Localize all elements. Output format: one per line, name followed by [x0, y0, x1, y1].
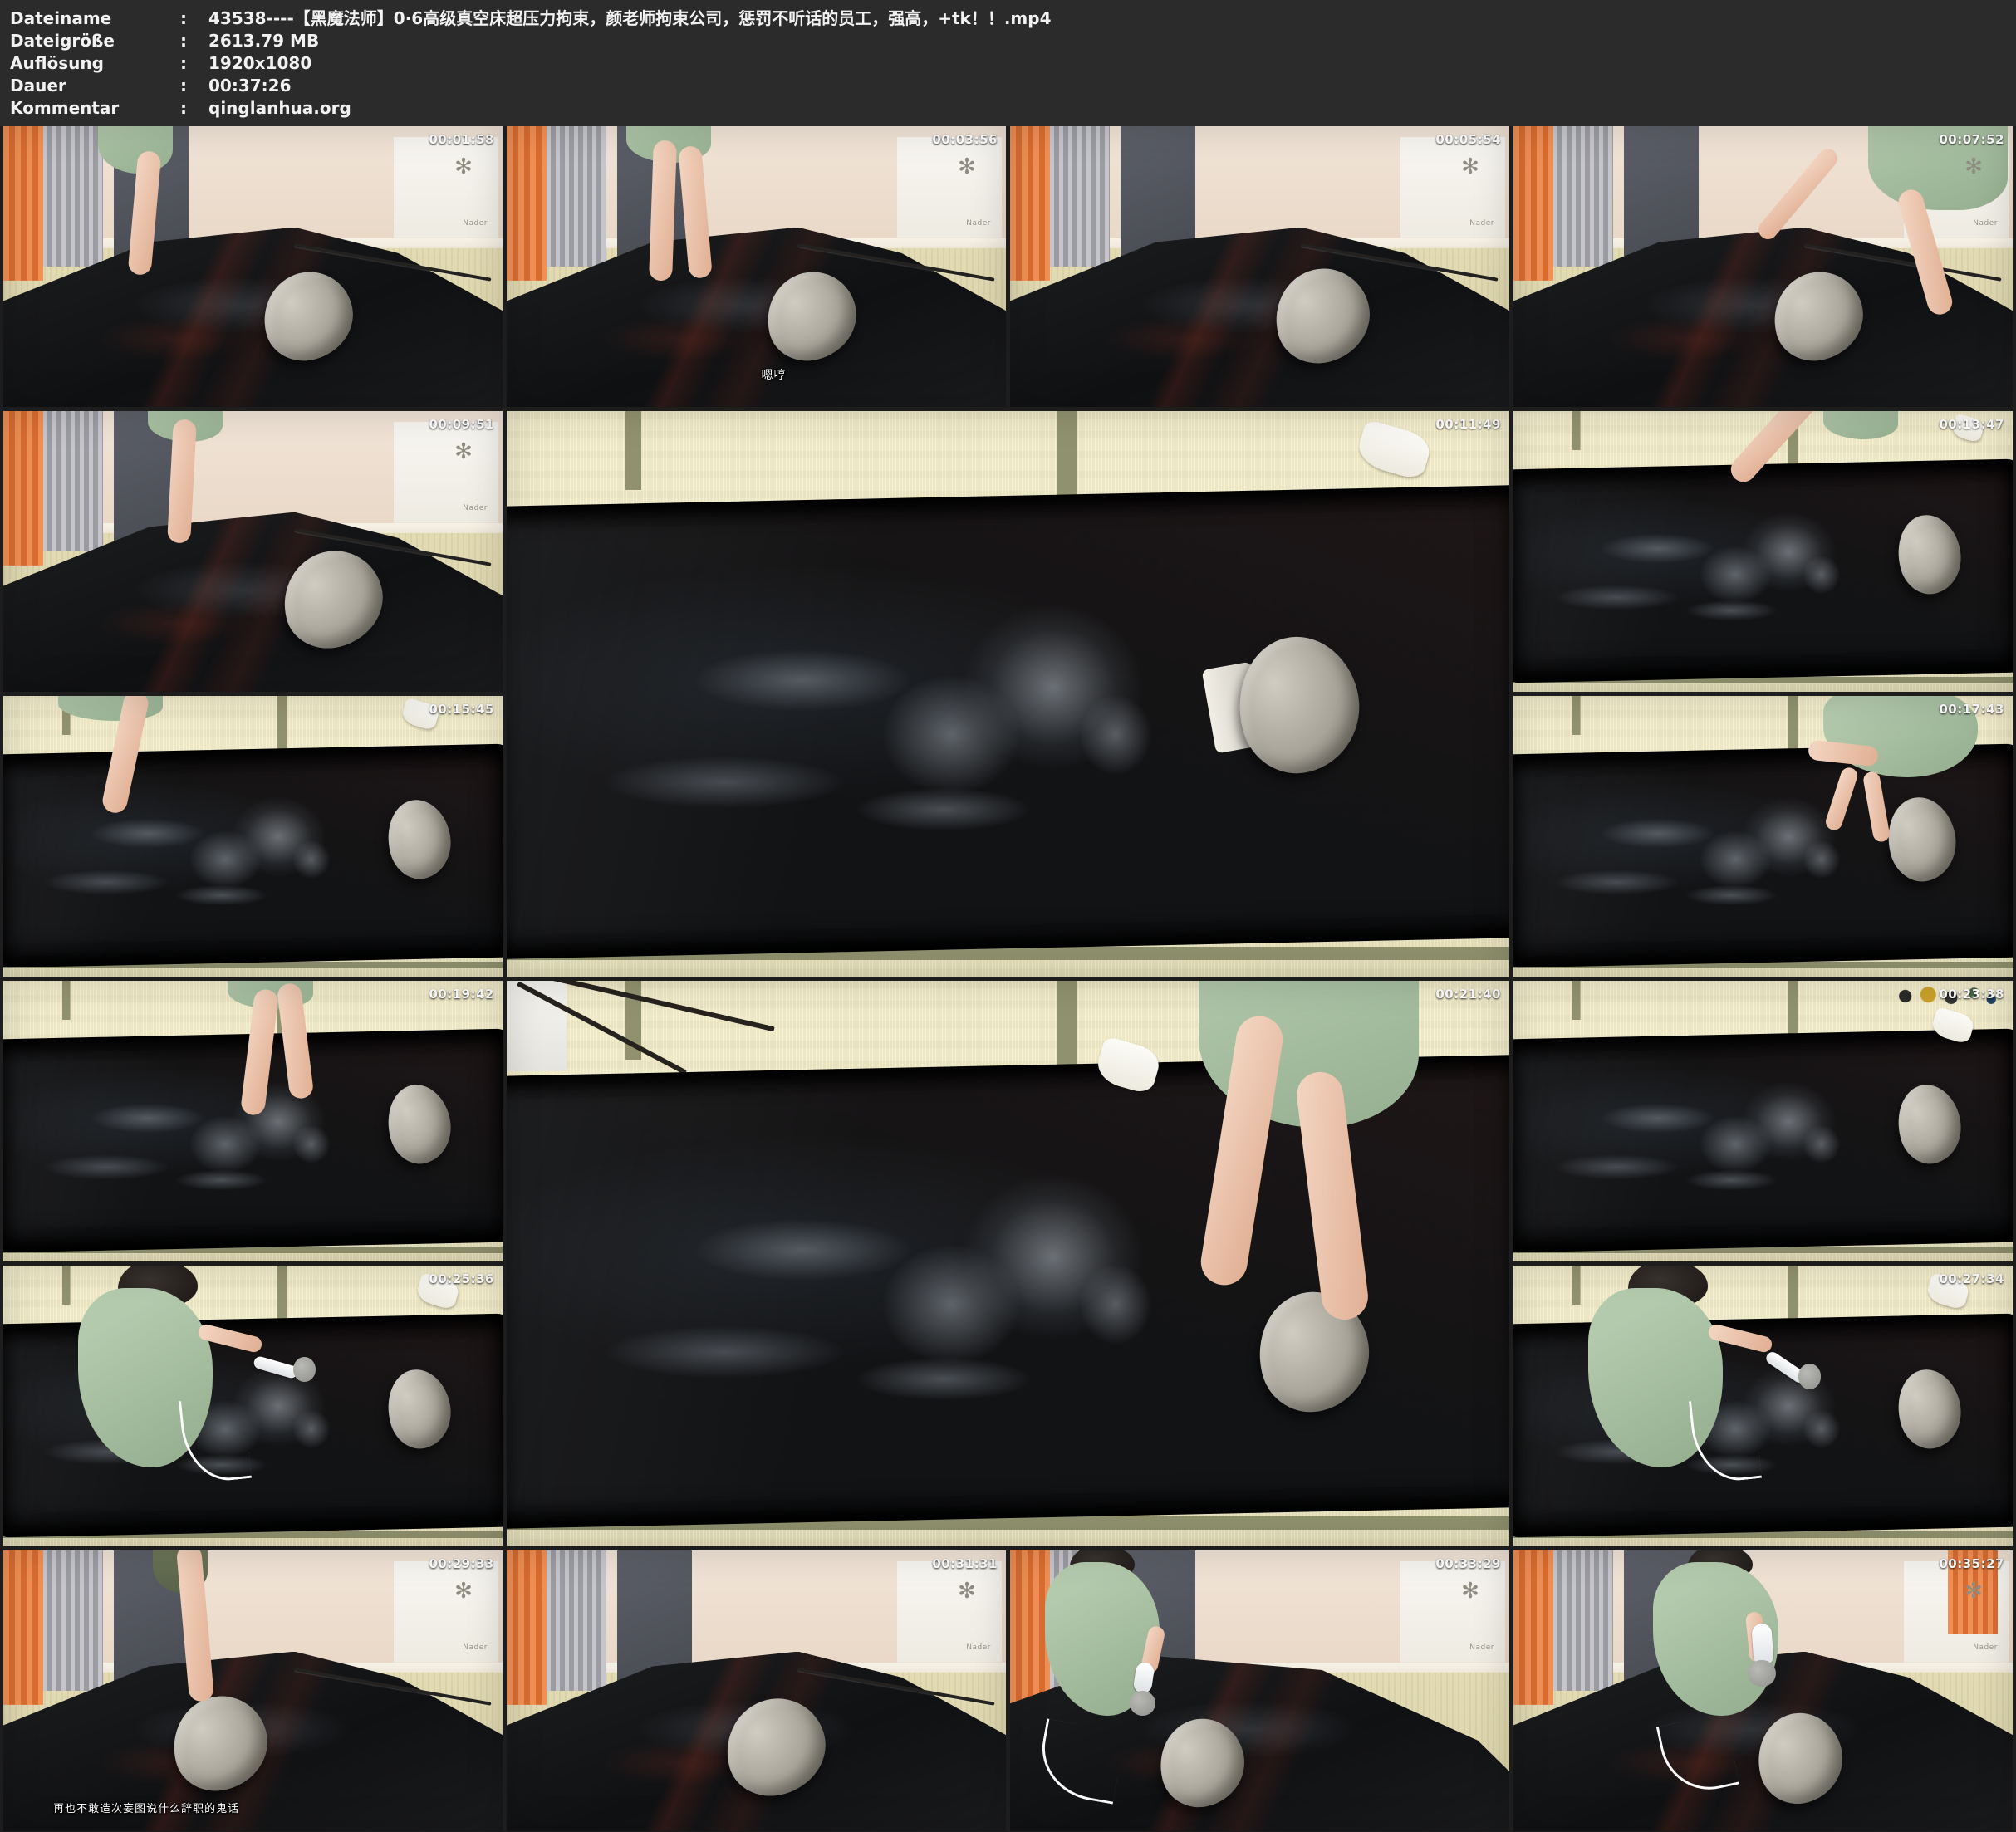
timestamp-overlay: 00:25:36 [429, 1271, 494, 1286]
meta-label: Auflösung [10, 52, 180, 75]
body-outline-shape [1518, 1060, 1928, 1222]
meta-label: Dateigröße [10, 30, 180, 52]
meta-value-filesize: 2613.79 MB [208, 30, 319, 52]
radiator-brand-label: Nader [1973, 219, 1998, 228]
timestamp-overlay: 00:21:40 [1435, 987, 1501, 1002]
metadata-header: Dateiname:43538----【黑魔法师】0·6高级真空床超压力拘束，颜… [0, 0, 2016, 126]
radiator-brand-label: Nader [463, 1643, 488, 1652]
meta-row-filename: Dateiname:43538----【黑魔法师】0·6高级真空床超压力拘束，颜… [10, 7, 2016, 30]
video-thumbnail[interactable]: ✻ Nader 00:29:33 再也不敢造次妄图说什么辞职的鬼话 [3, 1550, 503, 1831]
thumbnail-grid: ✻ Nader 00:01:58 ✻ Nader 00:03:56 嗯哼 ✻ N… [3, 126, 2013, 1831]
timestamp-overlay: 00:05:54 [1435, 132, 1501, 147]
video-thumbnail[interactable]: ✻ Nader 00:35:27 [1513, 1550, 2013, 1831]
radiator-brand-label: Nader [1469, 1643, 1494, 1652]
radiator-fan-icon: ✻ [454, 154, 473, 179]
radiator-fan-icon: ✻ [454, 1579, 473, 1604]
video-thumbnail[interactable]: ✻ Nader 00:07:52 [1513, 126, 2013, 407]
body-outline-shape [8, 1060, 418, 1222]
video-thumbnail[interactable]: 00:13:47 [1513, 411, 2013, 692]
radiator-fan-icon: ✻ [1461, 154, 1479, 179]
subtitle-overlay: 嗯哼 [762, 366, 787, 383]
video-thumbnail[interactable]: 00:25:36 [3, 1266, 503, 1546]
meta-row-comment: Kommentar:qinglanhua.org [10, 97, 2016, 120]
radiator-brand-label: Nader [1469, 219, 1494, 228]
meta-separator: : [180, 7, 208, 30]
video-thumbnail[interactable]: ✻ Nader 00:01:58 [3, 126, 503, 407]
meta-row-filesize: Dateigröße:2613.79 MB [10, 30, 2016, 52]
video-thumbnail[interactable]: ✻ Nader 00:31:31 [507, 1550, 1006, 1831]
timestamp-overlay: 00:29:33 [429, 1556, 494, 1571]
timestamp-overlay: 00:15:45 [429, 702, 494, 717]
timestamp-overlay: 00:07:52 [1939, 132, 2004, 147]
meta-separator: : [180, 30, 208, 52]
meta-label: Dateiname [10, 7, 180, 30]
timestamp-overlay: 00:19:42 [429, 987, 494, 1002]
radiator-brand-label: Nader [1973, 1643, 1998, 1652]
timestamp-overlay: 00:09:51 [429, 417, 494, 432]
meta-value-duration: 00:37:26 [208, 75, 292, 97]
video-thumbnail[interactable]: 00:17:43 [1513, 696, 2013, 977]
timestamp-overlay: 00:35:27 [1939, 1556, 2004, 1571]
video-thumbnail[interactable]: ✻ Nader 00:09:51 [3, 411, 503, 692]
timestamp-overlay: 00:01:58 [429, 132, 494, 147]
timestamp-overlay: 00:23:38 [1939, 987, 2004, 1002]
body-outline-shape [1518, 490, 1928, 653]
body-outline-shape [537, 1128, 1318, 1467]
video-thumbnail[interactable]: ✻ Nader 00:03:56 嗯哼 [507, 126, 1006, 407]
radiator-brand-label: Nader [463, 504, 488, 512]
meta-label: Kommentar [10, 97, 180, 120]
timestamp-overlay: 00:31:31 [932, 1556, 998, 1571]
meta-value-filename: 43538----【黑魔法师】0·6高级真空床超压力拘束，颜老师拘束公司，惩罚不… [208, 7, 1052, 30]
video-thumbnail[interactable]: 00:23:38 [1513, 981, 2013, 1261]
radiator-fan-icon: ✻ [454, 439, 473, 464]
meta-label: Dauer [10, 75, 180, 97]
video-thumbnail-large[interactable]: 00:11:49 [507, 411, 1509, 977]
video-thumbnail[interactable]: 00:27:34 [1513, 1266, 2013, 1546]
video-thumbnail[interactable]: ✻ Nader 00:05:54 [1010, 126, 1509, 407]
body-outline-shape [8, 775, 418, 938]
timestamp-overlay: 00:17:43 [1939, 702, 2004, 717]
meta-row-duration: Dauer:00:37:26 [10, 75, 2016, 97]
video-thumbnail-large[interactable]: 00:21:40 [507, 981, 1509, 1546]
meta-separator: : [180, 97, 208, 120]
meta-separator: : [180, 75, 208, 97]
timestamp-overlay: 00:33:29 [1435, 1556, 1501, 1571]
video-thumbnail[interactable]: 00:15:45 [3, 696, 503, 977]
radiator-brand-label: Nader [966, 219, 991, 228]
timestamp-overlay: 00:13:47 [1939, 417, 2004, 432]
wand-head-shape [1798, 1364, 1822, 1389]
meta-row-resolution: Auflösung:1920x1080 [10, 52, 2016, 75]
timestamp-overlay: 00:11:49 [1435, 417, 1501, 432]
radiator-fan-icon: ✻ [1461, 1579, 1479, 1604]
radiator-fan-icon: ✻ [1964, 154, 1983, 179]
radiator-brand-label: Nader [966, 1643, 991, 1652]
radiator-brand-label: Nader [463, 219, 488, 228]
meta-value-comment: qinglanhua.org [208, 97, 351, 120]
body-outline-shape [537, 558, 1318, 898]
meta-separator: : [180, 52, 208, 75]
subtitle-overlay: 再也不敢造次妄图说什么辞职的鬼话 [53, 1800, 239, 1815]
video-thumbnail[interactable]: 00:19:42 [3, 981, 503, 1261]
radiator-fan-icon: ✻ [1964, 1579, 1983, 1604]
timestamp-overlay: 00:03:56 [932, 132, 998, 147]
wand-head-shape [1748, 1660, 1776, 1687]
meta-value-resolution: 1920x1080 [208, 52, 311, 75]
radiator-fan-icon: ✻ [958, 154, 976, 179]
timestamp-overlay: 00:27:34 [1939, 1271, 2004, 1286]
radiator-fan-icon: ✻ [958, 1579, 976, 1604]
video-thumbnail[interactable]: ✻ Nader 00:33:29 [1010, 1550, 1509, 1831]
